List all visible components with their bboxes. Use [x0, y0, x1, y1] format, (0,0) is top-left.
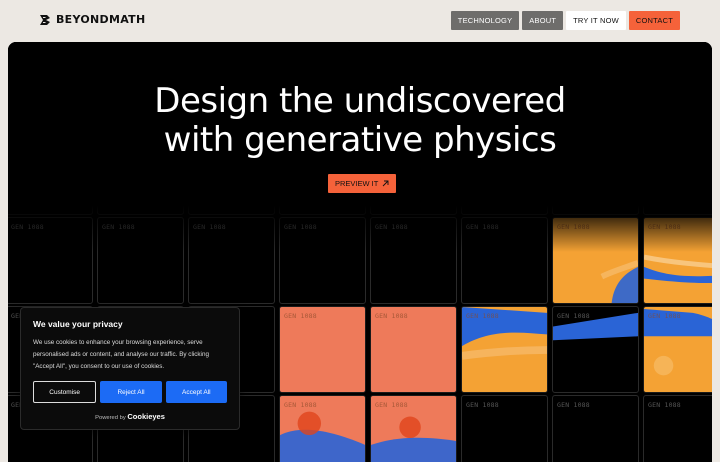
simulation-tile: GEN 1088 — [279, 395, 366, 462]
tile-label: GEN 1088 — [466, 401, 499, 409]
headline-line-2: with generative physics — [163, 120, 557, 160]
tile-label: GEN 1088 — [193, 223, 226, 231]
simulation-tile: GEN 1088 — [279, 217, 366, 304]
simulation-tile: GEN 1088 — [552, 217, 639, 304]
simulation-tile: GEN 1088 — [370, 306, 457, 393]
nav-technology[interactable]: TECHNOLOGY — [450, 11, 520, 30]
headline-line-1: Design the undiscovered — [154, 81, 566, 121]
tile-label: GEN 1088 — [466, 223, 499, 231]
tile-label: GEN 1088 — [375, 401, 408, 409]
nav-contact[interactable]: CONTACT — [628, 11, 680, 30]
simulation-tile: GEN 1088 — [8, 217, 93, 304]
hero-headline: Design the undiscovered with generative … — [8, 82, 712, 160]
powered-by: Powered by Cookieyes — [33, 412, 227, 421]
tile-label: GEN 1088 — [284, 312, 317, 320]
simulation-tile: GEN 1088 — [370, 395, 457, 462]
top-bar: BEYONDMATH TECHNOLOGY ABOUT TRY IT NOW C… — [0, 0, 720, 40]
simulation-tile: GEN 1088 — [279, 306, 366, 393]
tile-label: GEN 1088 — [466, 312, 499, 320]
tile-label: GEN 1088 — [284, 223, 317, 231]
tile-label: GEN 1088 — [284, 401, 317, 409]
brand-logo[interactable]: BEYONDMATH — [39, 13, 145, 26]
tile-label: GEN 1088 — [648, 401, 681, 409]
simulation-tile: GEN 1088 — [643, 306, 712, 393]
preview-it-label: PREVIEW IT — [335, 179, 379, 188]
powered-by-label: Powered by — [95, 415, 126, 421]
simulation-tile: GEN 1088 — [97, 217, 184, 304]
beyondmath-logo-icon — [40, 14, 50, 25]
simulation-tile: GEN 1088 — [461, 306, 548, 393]
tile-label: GEN 1088 — [102, 223, 135, 231]
tile-label: GEN 1088 — [557, 401, 590, 409]
simulation-tile: GEN 1088 — [461, 395, 548, 462]
cookie-description: We use cookies to enhance your browsing … — [33, 339, 209, 370]
simulation-tile: GEN 1088 — [643, 217, 712, 304]
arrow-up-right-icon — [383, 180, 389, 187]
main-nav: TECHNOLOGY ABOUT TRY IT NOW CONTACT — [450, 11, 680, 30]
tile-label: GEN 1088 — [557, 312, 590, 320]
simulation-tile: GEN 1088 — [552, 306, 639, 393]
tile-label: GEN 1088 — [375, 312, 408, 320]
simulation-tile: GEN 1088 — [370, 217, 457, 304]
nav-about[interactable]: ABOUT — [522, 11, 564, 30]
simulation-tile: GEN 1088 — [643, 395, 712, 462]
customise-button[interactable]: Customise — [33, 381, 97, 403]
simulation-tile: GEN 1088 — [461, 217, 548, 304]
cookieyes-logo[interactable]: Cookieyes — [127, 412, 165, 421]
preview-it-button[interactable]: PREVIEW IT — [328, 174, 397, 193]
brand-name: BEYONDMATH — [56, 13, 146, 26]
simulation-tile: GEN 1088 — [552, 395, 639, 462]
tile-label: GEN 1088 — [557, 223, 590, 231]
reject-all-button[interactable]: Reject All — [100, 381, 162, 403]
accept-all-button[interactable]: Accept All — [165, 381, 227, 403]
cookie-title: We value your privacy — [33, 319, 123, 329]
tile-label: GEN 1088 — [375, 223, 408, 231]
tile-label: GEN 1088 — [648, 312, 681, 320]
nav-try-it-now[interactable]: TRY IT NOW — [566, 11, 626, 30]
cookie-actions: Customise Reject All Accept All — [33, 381, 227, 403]
tile-label: GEN 1088 — [648, 223, 681, 231]
cookie-consent-banner: We value your privacy We use cookies to … — [20, 307, 240, 430]
simulation-tile: GEN 1088 — [188, 217, 275, 304]
tile-label: GEN 1088 — [11, 223, 44, 231]
